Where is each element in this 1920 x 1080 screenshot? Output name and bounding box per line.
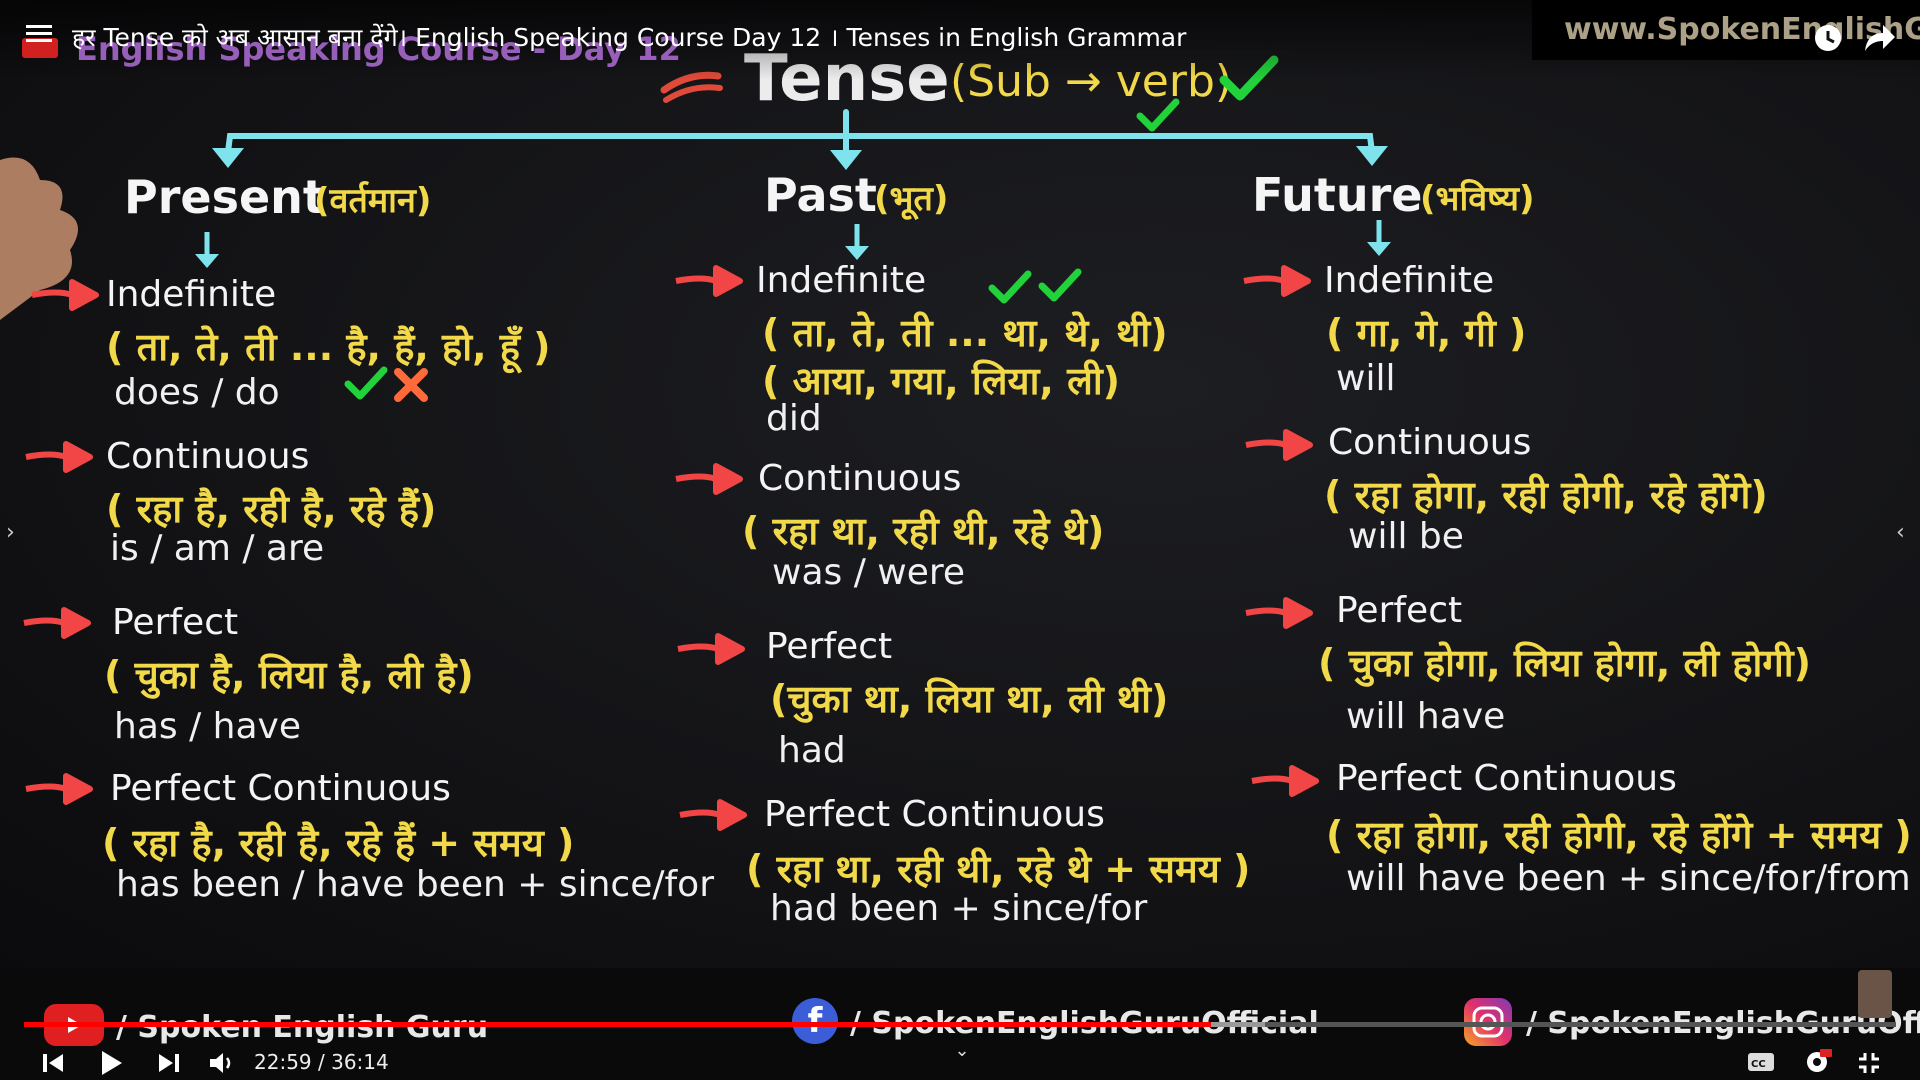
chevron-down-icon[interactable]: ⌄ xyxy=(950,1040,974,1061)
future-indefinite-label: Indefinite xyxy=(1324,260,1495,301)
check-icon xyxy=(344,366,388,400)
youtube-handle: / Spoken English Guru xyxy=(116,1010,489,1045)
play-icon[interactable] xyxy=(94,1046,128,1080)
video-title[interactable]: हर Tense को अब आसान बना देंगे। English S… xyxy=(72,20,1186,54)
future-continuous-label: Continuous xyxy=(1328,422,1532,463)
volume-icon[interactable] xyxy=(206,1048,238,1078)
past-perfect-hindi: (चुका था, लिया था, ली थी) xyxy=(770,677,1169,721)
present-perfect-english: has / have xyxy=(114,706,301,747)
present-indefinite-hindi: ( ता, ते, ती ... है, हैं, हो, हूँ ) xyxy=(106,325,551,369)
present-perfect-continuous-english: has been / have been + since/for xyxy=(116,864,714,905)
future-perfect-label: Perfect xyxy=(1336,590,1463,631)
present-continuous-hindi: ( रहा है, रही है, रहे हैं) xyxy=(106,487,437,531)
red-arrow-icon xyxy=(1251,765,1319,797)
future-indefinite-hindi: ( गा, गे, गी ) xyxy=(1326,311,1527,355)
presenter-hand xyxy=(0,157,78,320)
present-perfect-continuous-hindi: ( रहा है, रही है, रहे हैं + समय ) xyxy=(102,821,575,865)
time-display: 22:59 / 36:14 xyxy=(254,1050,389,1074)
red-arrow-icon xyxy=(25,441,93,473)
future-perfect-continuous-label: Perfect Continuous xyxy=(1336,758,1677,799)
present-perfect-continuous-label: Perfect Continuous xyxy=(110,768,451,809)
past-heading: Past xyxy=(764,168,877,222)
settings-icon[interactable] xyxy=(1800,1046,1834,1078)
down-arrow-icon xyxy=(1367,220,1391,256)
future-perfect-hindi: ( चुका होगा, लिया होगा, ली होगी) xyxy=(1318,641,1812,685)
previous-icon[interactable] xyxy=(38,1048,68,1078)
past-perfect-continuous-hindi: ( रहा था, रही थी, रहे थे + समय ) xyxy=(746,847,1251,891)
check-icon xyxy=(1038,268,1082,302)
past-indefinite-english: did xyxy=(766,398,822,439)
future-perfect-english: will have xyxy=(1346,696,1506,737)
present-perfect-hindi: ( चुका है, लिया है, ली है) xyxy=(104,653,474,697)
red-arrow-icon xyxy=(1243,265,1311,297)
past-continuous-hindi: ( रहा था, रही थी, रहे थे) xyxy=(742,509,1105,553)
progress-track[interactable] xyxy=(24,1022,1896,1027)
present-continuous-label: Continuous xyxy=(106,436,310,477)
video-frame[interactable]: Tense (Sub → verb) Present (वर्तमान) Ind… xyxy=(0,0,1920,968)
red-arrow-icon xyxy=(31,279,99,311)
chevron-left-icon[interactable]: › xyxy=(6,520,15,545)
chevron-right-icon[interactable]: ‹ xyxy=(1896,520,1905,545)
past-perfect-label: Perfect xyxy=(766,626,893,667)
watch-later-icon[interactable] xyxy=(1810,20,1846,56)
past-indefinite-hindi: ( ता, ते, ती ... था, थे, थी) xyxy=(762,311,1168,355)
future-perfect-continuous-english: will have been + since/for/from xyxy=(1346,858,1911,899)
past-continuous-label: Continuous xyxy=(758,458,962,499)
facebook-icon: f xyxy=(792,998,838,1044)
share-icon[interactable] xyxy=(1862,20,1898,56)
future-continuous-hindi: ( रहा होगा, रही होगी, रहे होंगे) xyxy=(1324,473,1768,517)
past-heading-hindi: (भूत) xyxy=(874,179,949,219)
top-bar: English Speaking Course - Day 12 हर Tens… xyxy=(0,0,1920,80)
menu-icon[interactable] xyxy=(24,22,54,46)
check-icon xyxy=(1136,98,1180,132)
red-arrow-icon xyxy=(679,799,747,831)
present-heading-hindi: (वर्तमान) xyxy=(314,181,432,221)
red-arrow-icon xyxy=(25,773,93,805)
future-heading: Future xyxy=(1252,168,1423,222)
player-controls: / Spoken English Guru f / SpokenEnglishG… xyxy=(0,968,1920,1080)
future-heading-hindi: (भविष्य) xyxy=(1420,179,1535,219)
present-indefinite-label: Indefinite xyxy=(106,274,277,315)
future-continuous-english: will be xyxy=(1348,516,1464,557)
future-perfect-continuous-hindi: ( रहा होगा, रही होगी, रहे होंगे + समय ) xyxy=(1326,813,1912,857)
past-perfect-english: had xyxy=(778,730,846,771)
down-arrow-icon xyxy=(195,232,219,268)
past-continuous-english: was / were xyxy=(772,552,966,593)
past-perfect-continuous-label: Perfect Continuous xyxy=(764,794,1105,835)
next-icon[interactable] xyxy=(154,1048,184,1078)
captions-icon[interactable]: CC xyxy=(1746,1050,1776,1074)
progress-played xyxy=(24,1022,1211,1027)
red-arrow-icon xyxy=(23,607,91,639)
down-arrow-icon xyxy=(845,224,869,260)
present-continuous-english: is / am / are xyxy=(110,528,325,569)
present-heading: Present xyxy=(124,170,325,224)
cross-icon xyxy=(394,368,428,402)
exit-fullscreen-icon[interactable] xyxy=(1854,1048,1884,1078)
red-arrow-icon xyxy=(677,633,745,665)
red-arrow-icon xyxy=(1245,597,1313,629)
svg-text:CC: CC xyxy=(1751,1059,1766,1070)
past-perfect-continuous-english: had been + since/for xyxy=(770,888,1148,929)
future-indefinite-english: will xyxy=(1336,358,1396,399)
check-icon xyxy=(988,270,1032,304)
presenter-thumbnail xyxy=(1858,970,1892,1018)
present-perfect-label: Perfect xyxy=(112,602,239,643)
red-arrow-icon xyxy=(675,463,743,495)
red-arrow-icon xyxy=(675,265,743,297)
present-indefinite-english: does / do xyxy=(114,372,280,413)
past-indefinite-label: Indefinite xyxy=(756,260,927,301)
red-arrow-icon xyxy=(1245,429,1313,461)
